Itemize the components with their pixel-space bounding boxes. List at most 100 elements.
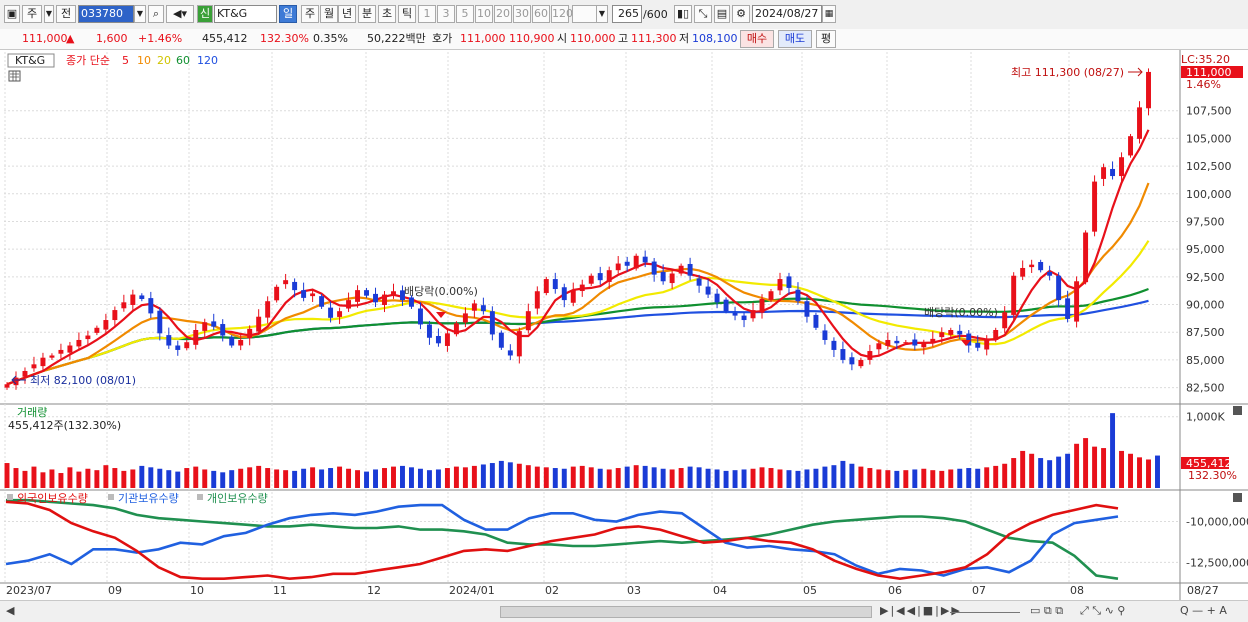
volume-bar: [966, 468, 972, 488]
candle-body: [714, 293, 720, 303]
interval-button-1[interactable]: 1: [418, 5, 436, 23]
prev-button[interactable]: 전: [56, 5, 76, 23]
stock-chart[interactable]: 82,500 85,000 87,500 90,000 92,500 95,000 97,5…: [0, 50, 1248, 600]
ma20-label: 20: [157, 54, 171, 67]
layout-icons[interactable]: ▭ ⧉ ⧉: [1030, 604, 1063, 618]
candle-body: [867, 351, 873, 360]
volume-bar: [453, 466, 459, 488]
volume-bar: [1128, 453, 1134, 488]
candle-body: [777, 279, 783, 291]
period-selector[interactable]: 주: [22, 5, 42, 23]
scroll-thumb[interactable]: [500, 606, 872, 618]
candle-body: [930, 338, 936, 344]
price: 111,000: [22, 32, 68, 45]
candle-body: [22, 370, 28, 377]
volume-bar: [337, 466, 343, 488]
volume-bar: [256, 465, 262, 488]
scroll-left-icon[interactable]: ◀: [6, 604, 14, 618]
period-tab-1[interactable]: 일: [279, 5, 297, 23]
candle-body: [687, 263, 693, 276]
volume-bar: [301, 468, 307, 488]
interval-button-3[interactable]: 3: [437, 5, 455, 23]
zoom-slider[interactable]: [950, 604, 1020, 613]
period-tab-5[interactable]: 분: [358, 5, 376, 23]
volume-bar: [795, 470, 801, 488]
period-tab-3[interactable]: 월: [320, 5, 338, 23]
interval-button-5[interactable]: 5: [456, 5, 474, 23]
x-tick-label: 03: [627, 584, 641, 597]
volume-bar: [570, 466, 576, 488]
candle-body: [220, 324, 226, 336]
candle-body: [876, 343, 882, 350]
foreign-legend-icon: [7, 494, 13, 500]
period-tab-7[interactable]: 틱: [398, 5, 416, 23]
eval-button[interactable]: 평: [816, 30, 836, 48]
volume-bar: [957, 468, 963, 488]
price-change: 1,600: [96, 32, 128, 45]
candle-body: [1038, 262, 1044, 271]
sell-button[interactable]: 매도: [778, 30, 812, 48]
volume-bar: [426, 470, 432, 488]
interval-button-120[interactable]: 120: [551, 5, 573, 23]
volume-bar: [1047, 460, 1053, 488]
candle-body: [480, 305, 486, 312]
volume-bar: [391, 466, 396, 488]
stock-name-field[interactable]: KT&G: [214, 5, 277, 23]
period-tab-2[interactable]: 주: [301, 5, 319, 23]
save-icon[interactable]: ▤: [714, 5, 730, 23]
ask-label: 호가: [432, 32, 453, 45]
candle-body: [1065, 298, 1071, 319]
interval-button-10[interactable]: 10: [475, 5, 493, 23]
window-menu-icon[interactable]: ▣: [4, 5, 20, 23]
interval-button-30[interactable]: 30: [513, 5, 531, 23]
buy-button[interactable]: 매수: [740, 30, 774, 48]
volume-ratio: 132.30%: [260, 32, 309, 45]
candle-body: [346, 300, 352, 309]
volume-bar: [930, 470, 936, 488]
date-input[interactable]: 2024/08/27: [752, 5, 822, 23]
volume-bar: [94, 470, 100, 488]
volume-tick-label: 1,000K: [1186, 411, 1225, 424]
period-dropdown-icon[interactable]: ▼: [44, 5, 54, 23]
drawing-tools-icon[interactable]: ⤢ ⤡ ∿ ⚲: [1080, 604, 1125, 618]
volume-bar: [858, 466, 864, 488]
ask-price: 111,000: [460, 32, 506, 45]
interval-button-20[interactable]: 20: [494, 5, 512, 23]
candle-body: [1002, 312, 1008, 329]
count-input[interactable]: 265: [612, 5, 642, 23]
stock-code-input[interactable]: 033780: [78, 5, 134, 23]
candle-type-icon[interactable]: ▮▯: [674, 5, 692, 23]
volume-bar: [696, 467, 702, 488]
candle-body: [759, 298, 765, 313]
volume-bar: [489, 463, 495, 488]
scrollbar[interactable]: ◀ ▶|◀◀|■|▶▶ ▭ ⧉ ⧉ ⤢ ⤡ ∿ ⚲ Q — + A: [0, 600, 1248, 622]
interval-dropdown-icon[interactable]: ▼: [596, 5, 608, 23]
volume-bar: [202, 469, 208, 488]
volume-bar: [49, 469, 55, 488]
speaker-icon[interactable]: ◀▾: [166, 5, 194, 23]
gear-icon[interactable]: ⚙: [732, 5, 750, 23]
period-tab-4[interactable]: 년: [338, 5, 356, 23]
search-icon[interactable]: ⌕: [148, 5, 164, 23]
candle-body: [939, 332, 945, 338]
zoom-controls-icon[interactable]: Q — + A: [1180, 604, 1227, 618]
calendar-icon[interactable]: ▦: [822, 5, 836, 23]
volume-bar: [1101, 448, 1107, 488]
code-dropdown-icon[interactable]: ▼: [134, 5, 146, 23]
table-toggle-icon[interactable]: [8, 70, 21, 82]
volume-bar: [58, 473, 64, 488]
interval-button-60[interactable]: 60: [532, 5, 550, 23]
candle-body: [957, 330, 963, 335]
candle-body: [669, 273, 675, 284]
candle-body: [732, 312, 738, 316]
candle-body: [49, 355, 55, 358]
dividend-label-2: 배당락(0.00%): [924, 306, 998, 319]
candle-body: [112, 310, 118, 321]
candle-body: [606, 270, 612, 282]
period-tab-6[interactable]: 초: [378, 5, 396, 23]
price-tick-label: 87,500: [1186, 326, 1225, 339]
candle-body: [993, 330, 999, 340]
price-tick-label: 107,500: [1186, 105, 1232, 118]
tools-icon[interactable]: ⤡: [694, 5, 712, 23]
candle-body: [4, 384, 10, 388]
